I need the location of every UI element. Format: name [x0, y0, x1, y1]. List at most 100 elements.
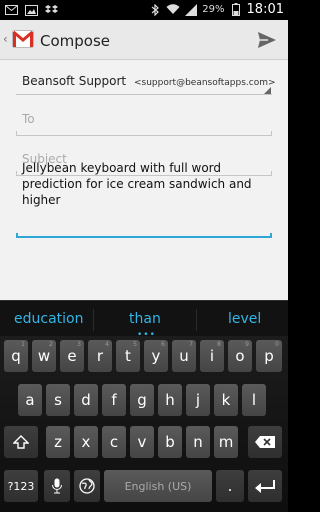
action-bar: ‹ Compose	[0, 20, 288, 60]
key-c[interactable]: c	[102, 426, 126, 458]
key-o[interactable]: o9	[228, 340, 252, 372]
key-y[interactable]: y6	[144, 340, 168, 372]
key-label: y	[151, 347, 161, 365]
page-title: Compose	[40, 32, 111, 50]
key-label: t	[125, 347, 131, 365]
symbols-key[interactable]: ?123	[4, 470, 38, 502]
key-hint: 4	[105, 341, 109, 348]
key-x[interactable]: x	[74, 426, 98, 458]
key-g[interactable]: g	[130, 384, 154, 416]
bluetooth-icon	[148, 3, 162, 17]
enter-icon	[254, 479, 276, 493]
key-hint: 5	[133, 341, 137, 348]
back-chevron-icon[interactable]: ‹	[3, 32, 8, 46]
microphone-icon	[52, 478, 62, 494]
key-p[interactable]: p0	[256, 340, 282, 372]
key-s[interactable]: s	[46, 384, 70, 416]
key-label: v	[137, 433, 147, 451]
key-e[interactable]: e3	[60, 340, 84, 372]
key-label: i	[209, 347, 215, 365]
battery-percent: 29%	[202, 4, 225, 15]
key-label: s	[54, 391, 62, 409]
key-label: .	[227, 477, 233, 495]
shift-key[interactable]	[4, 426, 38, 458]
key-n[interactable]: n	[186, 426, 210, 458]
from-divider	[16, 94, 272, 95]
more-suggestions-indicator: •••	[137, 330, 156, 340]
key-hint: 9	[245, 341, 249, 348]
key-f[interactable]: f	[102, 384, 126, 416]
status-bar: 29% 18:01	[0, 0, 288, 20]
key-t[interactable]: t5	[116, 340, 140, 372]
voice-input-key[interactable]	[44, 470, 70, 502]
key-label: w	[37, 347, 51, 365]
key-l[interactable]: l	[242, 384, 266, 416]
key-k[interactable]: k	[214, 384, 238, 416]
space-key[interactable]: English (US)	[104, 470, 212, 502]
key-j[interactable]: j	[186, 384, 210, 416]
enter-key[interactable]	[248, 470, 282, 502]
suggestion-2[interactable]: than	[129, 311, 161, 327]
body-tick-left	[16, 233, 18, 238]
dropbox-icon	[44, 3, 58, 17]
key-z[interactable]: z	[46, 426, 70, 458]
key-hint: 2	[49, 341, 53, 348]
key-label: m	[218, 433, 234, 451]
key-m[interactable]: m	[214, 426, 238, 458]
to-tick-left	[16, 131, 17, 136]
battery-icon	[229, 3, 243, 17]
space-label: English (US)	[124, 479, 192, 493]
key-label: q	[11, 347, 21, 365]
key-label: h	[165, 391, 175, 409]
body-field[interactable]: Jellybean keyboard with full word predic…	[16, 156, 272, 238]
key-hint: 3	[77, 341, 81, 348]
body-underline	[16, 236, 272, 238]
wifi-icon	[166, 3, 180, 17]
key-v[interactable]: v	[130, 426, 154, 458]
key-label: ?123	[7, 479, 35, 493]
key-h[interactable]: h	[158, 384, 182, 416]
suggestion-strip: education than ••• level	[0, 300, 288, 340]
language-key[interactable]	[74, 470, 100, 502]
key-label: b	[165, 433, 175, 451]
dropdown-triangle-icon[interactable]	[264, 87, 271, 94]
suggestion-1[interactable]: education	[14, 311, 83, 327]
suggestion-3[interactable]: level	[228, 311, 261, 327]
key-d[interactable]: d	[74, 384, 98, 416]
key-label: o	[235, 347, 245, 365]
key-label: g	[137, 391, 147, 409]
key-q[interactable]: q1	[4, 340, 28, 372]
key-label: x	[81, 433, 91, 451]
backspace-key[interactable]	[248, 426, 282, 458]
key-r[interactable]: r4	[88, 340, 112, 372]
shift-icon	[13, 435, 29, 449]
suggestion-divider	[196, 309, 197, 331]
to-field[interactable]: To	[16, 112, 272, 136]
key-hint: 6	[161, 341, 165, 348]
key-label: j	[195, 391, 201, 409]
key-w[interactable]: w2	[32, 340, 56, 372]
image-notification-icon	[24, 3, 38, 17]
key-b[interactable]: b	[158, 426, 182, 458]
key-a[interactable]: a	[18, 384, 42, 416]
suggestion-divider	[93, 309, 94, 331]
to-placeholder: To	[22, 112, 35, 126]
from-name: Beansoft Support	[22, 74, 127, 88]
compose-form: Beansoft Support <support@beansoftapps.c…	[0, 60, 288, 300]
key-label: n	[193, 433, 203, 451]
globe-icon	[79, 478, 95, 494]
key-hint: 7	[189, 341, 193, 348]
period-key[interactable]: .	[216, 470, 244, 502]
send-icon[interactable]	[256, 29, 278, 51]
key-u[interactable]: u7	[172, 340, 196, 372]
from-selector[interactable]: Beansoft Support <support@beansoftapps.c…	[22, 74, 276, 88]
key-label: e	[67, 347, 77, 365]
body-text: Jellybean keyboard with full word predic…	[22, 161, 252, 207]
gmail-logo-icon[interactable]	[12, 30, 34, 48]
clock: 18:01	[246, 2, 284, 17]
key-i[interactable]: i8	[200, 340, 224, 372]
email-notification-icon	[4, 3, 18, 17]
to-underline	[16, 135, 272, 136]
key-label: k	[221, 391, 231, 409]
key-label: c	[109, 433, 119, 451]
